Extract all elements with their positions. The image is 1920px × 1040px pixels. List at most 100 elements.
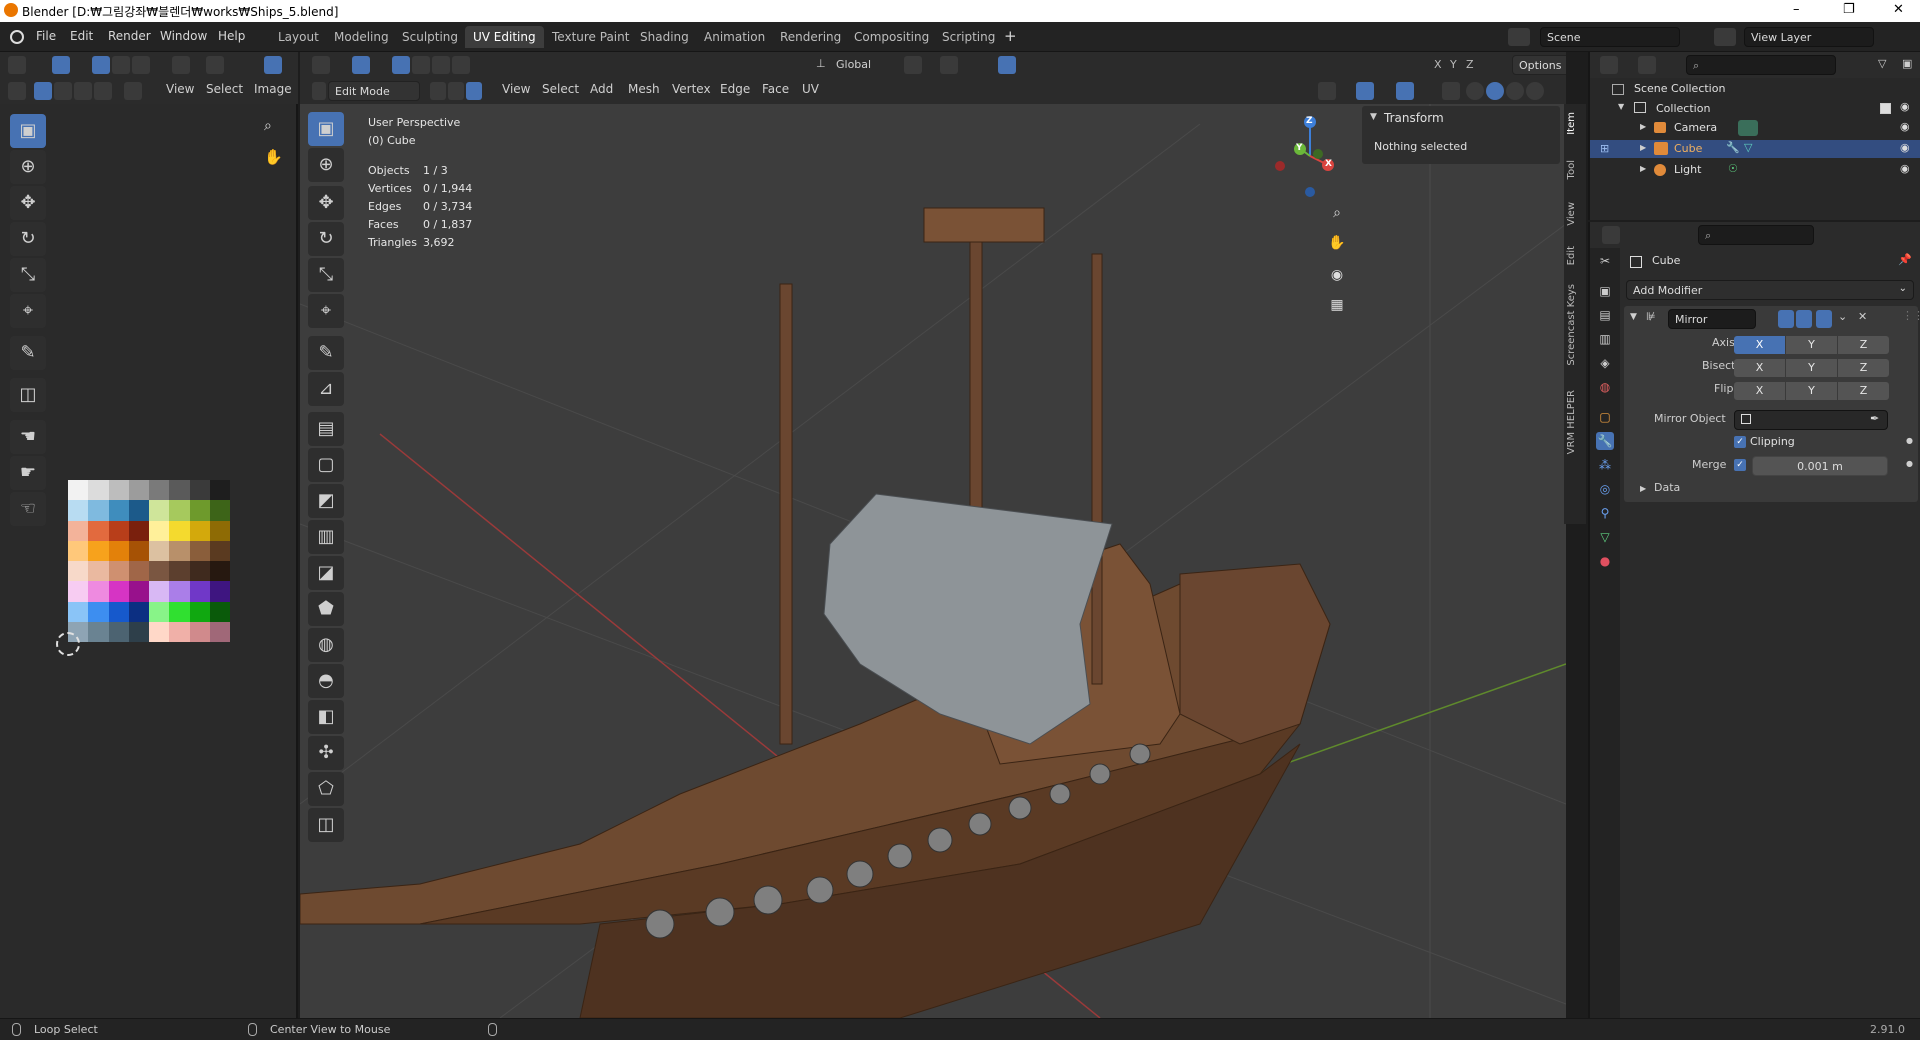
properties-search-input[interactable]: ⌕	[1698, 225, 1814, 245]
menu-render[interactable]: Render	[108, 29, 151, 43]
close-button[interactable]: ✕	[1893, 2, 1904, 17]
light-visibility-icon[interactable]: ◉	[1900, 162, 1910, 175]
options-dropdown[interactable]: Options	[1512, 55, 1566, 75]
mirror-object-field[interactable]	[1734, 410, 1888, 430]
tool-cursor[interactable]: ⊕	[308, 148, 344, 182]
visibility-icon[interactable]	[1318, 82, 1336, 100]
axis-y-toggle[interactable]: Y	[1786, 336, 1837, 354]
render-tab-icon[interactable]: ▣	[1596, 282, 1614, 300]
outliner-search-input[interactable]: ⌕	[1686, 55, 1836, 75]
viewport-menu-edge[interactable]: Edge	[720, 82, 750, 96]
outliner-item-camera[interactable]: ▶ Camera ◉	[1590, 119, 1920, 137]
tool-rip-region[interactable]: ◫	[308, 808, 344, 842]
edit-mode-toggle-icon[interactable]	[1778, 310, 1794, 328]
uv-tool-relax[interactable]: ☛	[10, 456, 46, 490]
shading-solid-icon[interactable]	[1486, 82, 1504, 100]
menu-edit[interactable]: Edit	[70, 29, 93, 43]
mode-intersect-icon[interactable]	[452, 56, 470, 74]
tab-edit[interactable]: Edit	[1566, 246, 1584, 265]
eyedropper-icon[interactable]: ✒	[1870, 412, 1879, 425]
edge-select-icon[interactable]	[54, 82, 72, 100]
tab-layout[interactable]: Layout	[270, 26, 327, 48]
viewport-menu-uv[interactable]: UV	[802, 82, 819, 96]
tab-compositing[interactable]: Compositing	[846, 26, 937, 48]
viewport-menu-vertex[interactable]: Vertex	[672, 82, 711, 96]
menu-help[interactable]: Help	[218, 29, 245, 43]
scene-field[interactable]: Scene	[1540, 27, 1680, 47]
viewport-pan-icon[interactable]: ✋	[1324, 230, 1350, 256]
edit-cage-icon[interactable]	[1760, 310, 1776, 328]
overlay-toggle-icon[interactable]	[1396, 82, 1414, 100]
orientation-dropdown[interactable]: Global	[836, 58, 871, 71]
viewport-menu-add[interactable]: Add	[590, 82, 613, 96]
collection-expand-icon[interactable]: ▼	[1618, 102, 1624, 111]
physics-tab-icon[interactable]: ◎	[1596, 480, 1614, 498]
face-select-icon[interactable]	[74, 82, 92, 100]
axis-x-toggle[interactable]: X	[1734, 336, 1785, 354]
axis-z-toggle[interactable]: Z	[1838, 336, 1889, 354]
outliner-editor-type-icon[interactable]	[1600, 56, 1618, 74]
tool-inset[interactable]: ▢	[308, 448, 344, 482]
tab-tool[interactable]: Tool	[1566, 160, 1584, 179]
navigation-gizmo[interactable]: Z X Y	[1270, 114, 1350, 204]
data-subpanel-label[interactable]: Data	[1654, 481, 1680, 499]
modifier-collapse-icon[interactable]: ▼	[1630, 312, 1637, 322]
edit-mode-indicator-icon[interactable]: ⊞	[1600, 142, 1609, 155]
zoom-icon[interactable]: ⌕	[264, 118, 272, 134]
mirror-axis-z-toggle[interactable]: Z	[1466, 58, 1474, 71]
particles-tab-icon[interactable]: ⁂	[1596, 456, 1614, 474]
tool-transform[interactable]: ⌖	[308, 294, 344, 328]
scene-tab-icon[interactable]: ◈	[1596, 354, 1614, 372]
pivot-icon[interactable]	[172, 56, 190, 74]
flip-x-toggle[interactable]: X	[1734, 382, 1785, 400]
view-layer-tab-icon[interactable]: ▥	[1596, 330, 1614, 348]
clipping-keyframe-dot[interactable]: ●	[1906, 436, 1913, 445]
pivot-point-icon[interactable]	[904, 56, 922, 74]
pin-icon[interactable]: 📌	[1898, 253, 1912, 266]
tab-screencast-keys[interactable]: Screencast Keys	[1566, 284, 1584, 366]
mirror-axis-y-toggle[interactable]: Y	[1450, 58, 1457, 71]
tab-animation[interactable]: Animation	[696, 26, 773, 48]
light-expand-icon[interactable]: ▶	[1640, 164, 1646, 173]
tab-vrm-helper[interactable]: VRM HELPER	[1566, 390, 1584, 454]
tab-scripting[interactable]: Scripting	[934, 26, 1003, 48]
view-layer-icon[interactable]	[1714, 28, 1736, 46]
viewport-select-box-icon[interactable]	[352, 56, 370, 74]
blender-menu-icon[interactable]	[10, 30, 24, 44]
collection-visibility-icon[interactable]: ◉	[1900, 100, 1910, 113]
collapse-arrow-icon[interactable]: ▼	[1370, 112, 1377, 122]
mode-dropdown[interactable]: Edit Mode	[328, 81, 420, 101]
properties-editor-type-icon[interactable]	[1602, 226, 1620, 244]
bisect-y-toggle[interactable]: Y	[1786, 359, 1837, 377]
menu-file[interactable]: File	[36, 29, 56, 43]
camera-visibility-icon[interactable]: ◉	[1900, 120, 1910, 133]
ortho-toggle-icon[interactable]: ▦	[1324, 292, 1350, 318]
tab-texture-paint[interactable]: Texture Paint	[544, 26, 637, 48]
uv-2d-cursor-icon[interactable]	[56, 632, 80, 656]
tab-rendering[interactable]: Rendering	[772, 26, 849, 48]
uv-tool-scale[interactable]: ⤡	[10, 258, 46, 292]
outliner-item-cube[interactable]: ⊞ ▶ Cube 🔧 ▽ ◉	[1590, 140, 1920, 158]
maximize-button[interactable]: ❐	[1843, 2, 1855, 17]
uv-menu-select[interactable]: Select	[206, 82, 243, 96]
uv-sync-icon[interactable]	[8, 82, 26, 100]
tab-shading[interactable]: Shading	[632, 26, 697, 48]
scene-collection-label[interactable]: Scene Collection	[1634, 82, 1725, 100]
uv-tool-grab[interactable]: ☚	[10, 420, 46, 454]
modifier-menu-icon[interactable]: ⌄	[1838, 310, 1847, 323]
constraints-tab-icon[interactable]: ⚲	[1596, 504, 1614, 522]
shading-wireframe-icon[interactable]	[1466, 82, 1484, 100]
uv-tool-transform[interactable]: ⌖	[10, 294, 46, 328]
tool-bevel[interactable]: ◩	[308, 484, 344, 518]
tool-measure[interactable]: ⊿	[308, 372, 344, 406]
uv-island-icon[interactable]	[132, 56, 150, 74]
mirror-axis-x-toggle[interactable]: X	[1434, 58, 1442, 71]
world-tab-icon[interactable]: ◍	[1596, 378, 1614, 396]
shading-rendered-icon[interactable]	[1526, 82, 1544, 100]
uv-tool-rip[interactable]: ◫	[10, 378, 46, 412]
tool-scale[interactable]: ⤡	[308, 258, 344, 292]
mode-extend-icon[interactable]	[412, 56, 430, 74]
add-workspace-button[interactable]: +	[1004, 27, 1017, 45]
camera-view-icon[interactable]: ◉	[1324, 262, 1350, 288]
new-collection-icon[interactable]: ▣	[1902, 57, 1912, 70]
